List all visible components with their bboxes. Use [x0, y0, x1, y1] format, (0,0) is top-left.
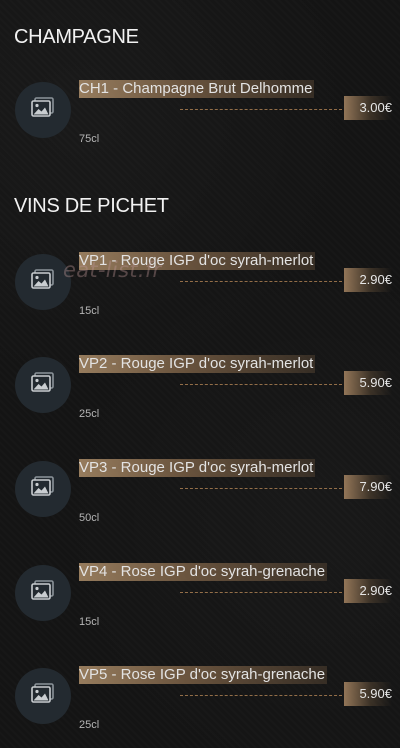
image-placeholder-icon: [31, 269, 54, 289]
item-thumbnail: [15, 461, 71, 517]
image-placeholder-icon: [31, 476, 54, 496]
price-leader: [180, 109, 342, 110]
menu-item-vp5[interactable]: VP5 - Rose IGP d'oc syrah-grenache 5.90€…: [0, 666, 400, 748]
menu-item-vp4[interactable]: VP4 - Rose IGP d'oc syrah-grenache 2.90€…: [0, 563, 400, 645]
item-volume: 25cl: [79, 408, 100, 420]
item-volume: 25cl: [79, 719, 100, 731]
menu-item-vp2[interactable]: VP2 - Rouge IGP d'oc syrah-merlot 5.90€ …: [0, 355, 400, 437]
item-volume: 75cl: [79, 133, 100, 145]
item-price: 7.90€: [344, 475, 392, 499]
item-price: 5.90€: [344, 682, 392, 706]
item-name: VP5 - Rose IGP d'oc syrah-grenache: [79, 666, 328, 684]
item-thumbnail: [15, 82, 71, 138]
item-thumbnail: [15, 565, 71, 621]
item-name: VP4 - Rose IGP d'oc syrah-grenache: [79, 563, 328, 581]
section-title-vins-de-pichet: VINS DE PICHET: [14, 195, 169, 217]
price-leader: [180, 281, 342, 282]
item-name: CH1 - Champagne Brut Delhomme: [79, 80, 315, 98]
item-price: 5.90€: [344, 371, 392, 395]
price-leader: [180, 592, 342, 593]
image-placeholder-icon: [31, 580, 54, 600]
section-title-champagne: CHAMPAGNE: [14, 26, 139, 48]
price-leader: [180, 384, 342, 385]
item-thumbnail: [15, 357, 71, 413]
item-thumbnail: [15, 668, 71, 724]
item-price: 2.90€: [344, 268, 392, 292]
item-name: VP2 - Rouge IGP d'oc syrah-merlot: [79, 355, 316, 373]
image-placeholder-icon: [31, 97, 54, 117]
menu-item-ch1[interactable]: CH1 - Champagne Brut Delhomme 3.00€ 75cl: [0, 80, 400, 162]
item-volume: 15cl: [79, 305, 100, 317]
image-placeholder-icon: [31, 372, 54, 392]
watermark: eat-list.fr: [63, 258, 162, 282]
item-volume: 50cl: [79, 512, 100, 524]
item-name: VP3 - Rouge IGP d'oc syrah-merlot: [79, 459, 316, 477]
menu-item-vp3[interactable]: VP3 - Rouge IGP d'oc syrah-merlot 7.90€ …: [0, 459, 400, 541]
item-price: 3.00€: [344, 96, 392, 120]
menu-item-vp1[interactable]: VP1 - Rouge IGP d'oc syrah-merlot 2.90€ …: [0, 252, 400, 334]
item-price: 2.90€: [344, 579, 392, 603]
price-leader: [180, 488, 342, 489]
item-volume: 15cl: [79, 616, 100, 628]
image-placeholder-icon: [31, 683, 54, 703]
price-leader: [180, 695, 342, 696]
